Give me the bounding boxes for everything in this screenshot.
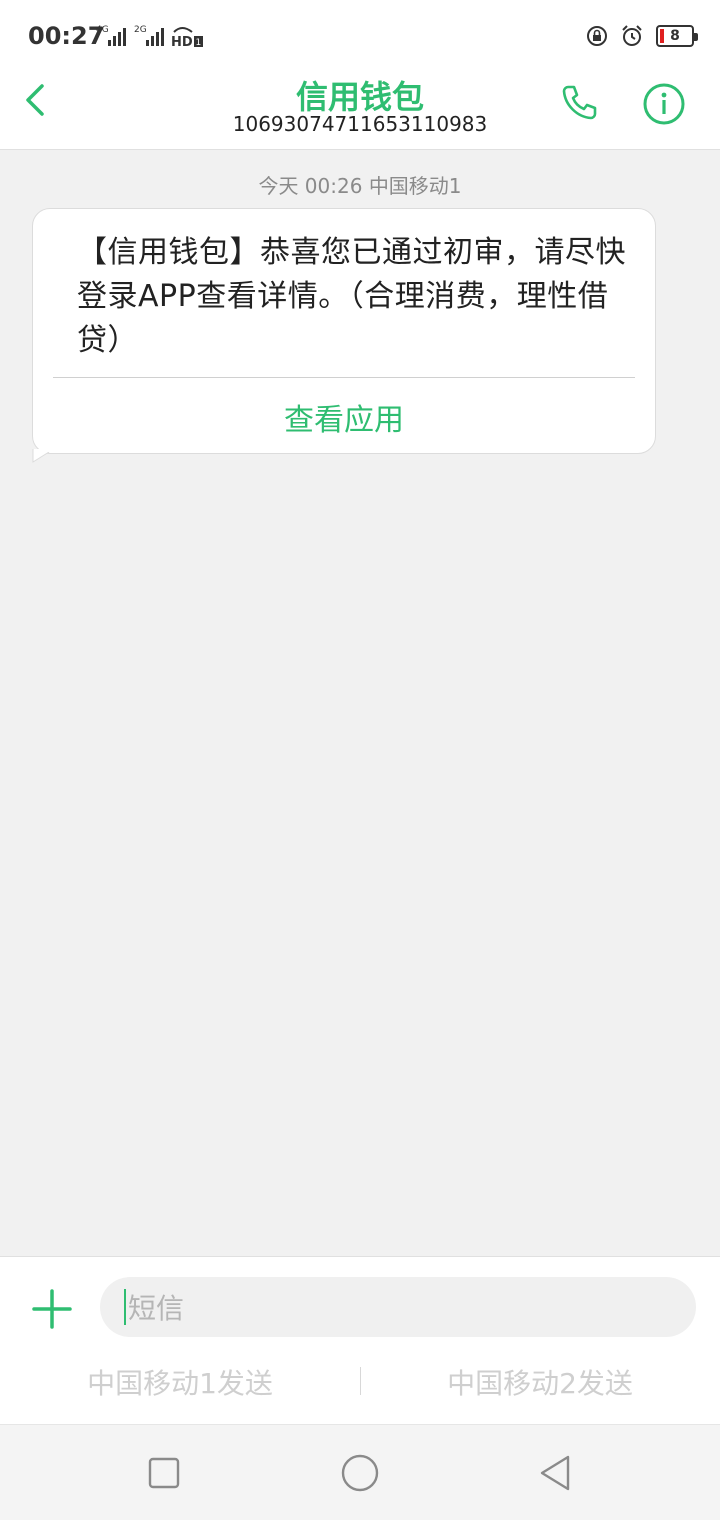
message-time: 今天 00:26 xyxy=(258,174,363,198)
signal-icon: 2G xyxy=(134,25,164,46)
back-nav-icon[interactable] xyxy=(536,1453,576,1493)
message-thread[interactable]: 今天 00:26 中国移动1 【信用钱包】恭喜您已通过初审，请尽快登录APP查看… xyxy=(0,150,720,1256)
plus-icon[interactable] xyxy=(32,1289,72,1329)
recent-apps-icon[interactable] xyxy=(144,1453,184,1493)
send-separator xyxy=(360,1367,361,1395)
network-type-2: 2G xyxy=(134,25,147,35)
message-carrier: 中国移动1 xyxy=(368,174,462,198)
svg-text:1: 1 xyxy=(196,38,202,48)
battery-icon: 8 xyxy=(656,25,698,47)
messaging-screen: 00:27 4G 2G HD 1 8 信用钱包 1069307471165311… xyxy=(0,0,720,1520)
navigation-bar xyxy=(0,1424,720,1520)
battery-level-bar xyxy=(660,29,664,43)
home-icon[interactable] xyxy=(340,1453,380,1493)
send-sim2-button[interactable]: 中国移动2发送 xyxy=(360,1362,720,1402)
send-sim1-button[interactable]: 中国移动1发送 xyxy=(0,1362,360,1402)
bubble-tail xyxy=(32,449,50,463)
text-caret xyxy=(124,1289,126,1325)
conversation-header: 信用钱包 10693074711653110983 xyxy=(0,72,720,150)
rotation-lock-icon xyxy=(587,26,607,46)
message-input[interactable]: 短信 xyxy=(100,1277,696,1337)
status-bar: 00:27 4G 2G HD 1 8 xyxy=(0,0,720,72)
info-icon[interactable] xyxy=(642,82,686,126)
network-type-1: 4G xyxy=(96,25,109,35)
hd-voice-icon: HD 1 xyxy=(171,27,203,48)
contact-number: 10693074711653110983 xyxy=(232,112,488,136)
bubble-divider xyxy=(53,377,635,378)
send-options: 中国移动1发送 中国移动2发送 xyxy=(0,1357,720,1407)
message-timestamp: 今天 00:26 中国移动1 xyxy=(0,170,720,199)
signal-icon: 4G xyxy=(96,25,126,46)
phone-call-icon[interactable] xyxy=(560,82,600,122)
message-input-placeholder: 短信 xyxy=(128,1292,185,1325)
hd-label: HD xyxy=(171,35,193,48)
signal-indicators: 4G 2G HD 1 xyxy=(94,22,204,48)
clock: 00:27 xyxy=(28,22,105,50)
battery-level: 8 xyxy=(670,28,680,44)
message-text: 【信用钱包】恭喜您已通过初审，请尽快登录APP查看详情。（合理消费，理性借贷） xyxy=(77,235,626,358)
composer: 短信 中国移动1发送 中国移动2发送 xyxy=(0,1256,720,1424)
system-indicators: 8 xyxy=(586,22,698,50)
alarm-icon xyxy=(622,25,642,46)
message-bubble[interactable]: 【信用钱包】恭喜您已通过初审，请尽快登录APP查看详情。（合理消费，理性借贷） … xyxy=(32,208,656,463)
view-app-button[interactable]: 查看应用 xyxy=(33,395,655,439)
